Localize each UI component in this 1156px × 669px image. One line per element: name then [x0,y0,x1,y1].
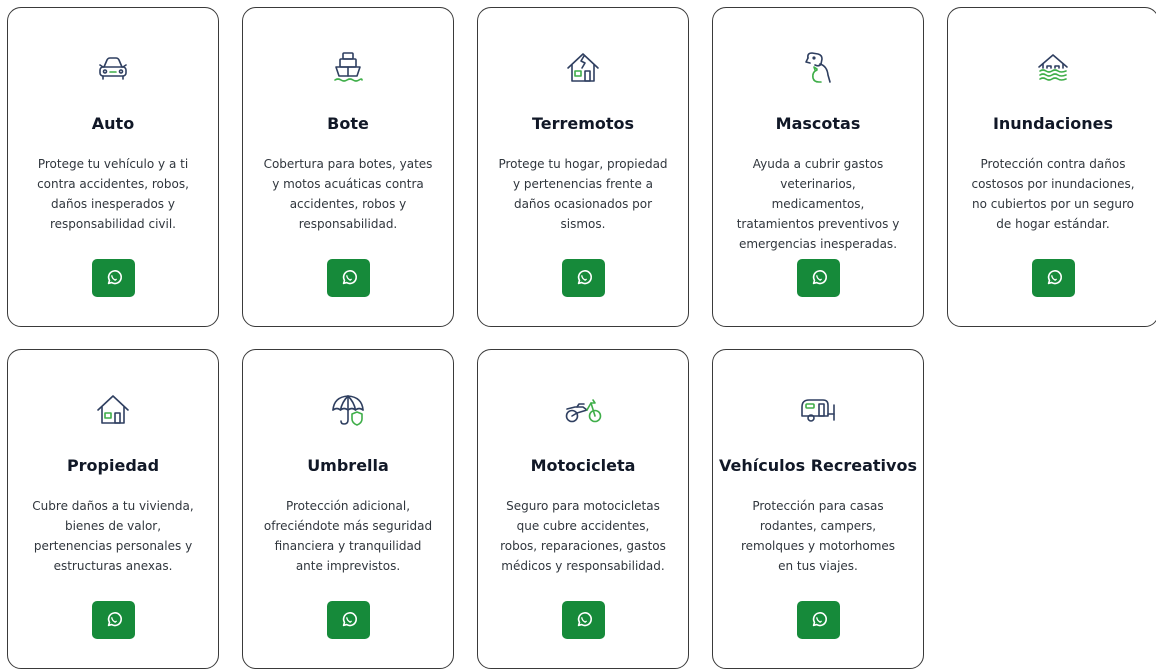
whatsapp-button-bote[interactable] [327,259,370,297]
card-mascotas: Mascotas Ayuda a cubrir gastos veterinar… [712,7,924,327]
card-title: Propiedad [66,456,160,475]
whatsapp-icon [342,270,357,285]
card-description: Protege tu hogar, propiedad y pertenenci… [498,157,668,231]
card-motocicleta: Motocicleta Seguro para motocicletas que… [477,349,689,669]
card-inundaciones: Inundaciones Protección contra daños cos… [947,7,1156,327]
card-umbrella: Umbrella Protección adicional, ofreciénd… [242,349,454,669]
pets-icon [713,48,923,88]
card-title: Auto [91,114,135,133]
whatsapp-button-auto[interactable] [92,259,135,297]
whatsapp-icon [107,270,122,285]
card-title: Bote [327,114,369,133]
card-propiedad: Propiedad Cubre daños a tu vivienda, bie… [7,349,219,669]
whatsapp-icon [577,270,592,285]
card-auto: Auto Protege tu vehículo y a ti contra a… [7,7,219,327]
whatsapp-button-vehiculos-recreativos[interactable] [797,601,840,639]
card-title: Umbrella [307,456,389,475]
rv-trailer-icon [713,390,923,430]
flood-house-icon [948,48,1156,88]
whatsapp-button-terremotos[interactable] [562,259,605,297]
card-bote: Bote Cobertura para botes, yates y motos… [242,7,454,327]
card-description: Protección contra daños costosos por inu… [971,157,1135,231]
whatsapp-icon [812,612,827,627]
whatsapp-icon [1047,270,1062,285]
card-description: Seguro para motocicletas que cubre accid… [500,499,666,573]
card-vehiculos-recreativos: Vehículos Recreativos Protección para ca… [712,349,924,669]
whatsapp-icon [107,612,122,627]
card-description: Protege tu vehículo y a ti contra accide… [37,157,189,231]
card-description: Cubre daños a tu vivienda, bienes de val… [32,499,194,573]
whatsapp-icon [812,270,827,285]
whatsapp-button-mascotas[interactable] [797,259,840,297]
umbrella-shield-icon [243,390,453,430]
card-title: Mascotas [775,114,861,133]
card-description: Ayuda a cubrir gastos veterinarios, medi… [736,157,900,251]
whatsapp-icon [342,612,357,627]
whatsapp-button-umbrella[interactable] [327,601,370,639]
card-title: Motocicleta [530,456,636,475]
motorcycle-icon [478,390,688,430]
card-terremotos: Terremotos Protege tu hogar, propiedad y… [477,7,689,327]
whatsapp-button-propiedad[interactable] [92,601,135,639]
whatsapp-button-inundaciones[interactable] [1032,259,1075,297]
card-title: Terremotos [531,114,635,133]
whatsapp-button-motocicleta[interactable] [562,601,605,639]
boat-icon [243,48,453,88]
card-description: Protección para casas rodantes, campers,… [740,499,896,573]
car-icon [8,48,218,88]
card-description: Cobertura para botes, yates y motos acuá… [263,157,433,231]
earthquake-house-icon [478,48,688,88]
card-title: Inundaciones [992,114,1114,133]
card-title: Vehículos Recreativos [719,456,917,475]
card-description: Protección adicional, ofreciéndote más s… [263,499,433,573]
house-icon [8,390,218,430]
whatsapp-icon [577,612,592,627]
insurance-cards-grid: Auto Protege tu vehículo y a ti contra a… [0,0,1156,669]
